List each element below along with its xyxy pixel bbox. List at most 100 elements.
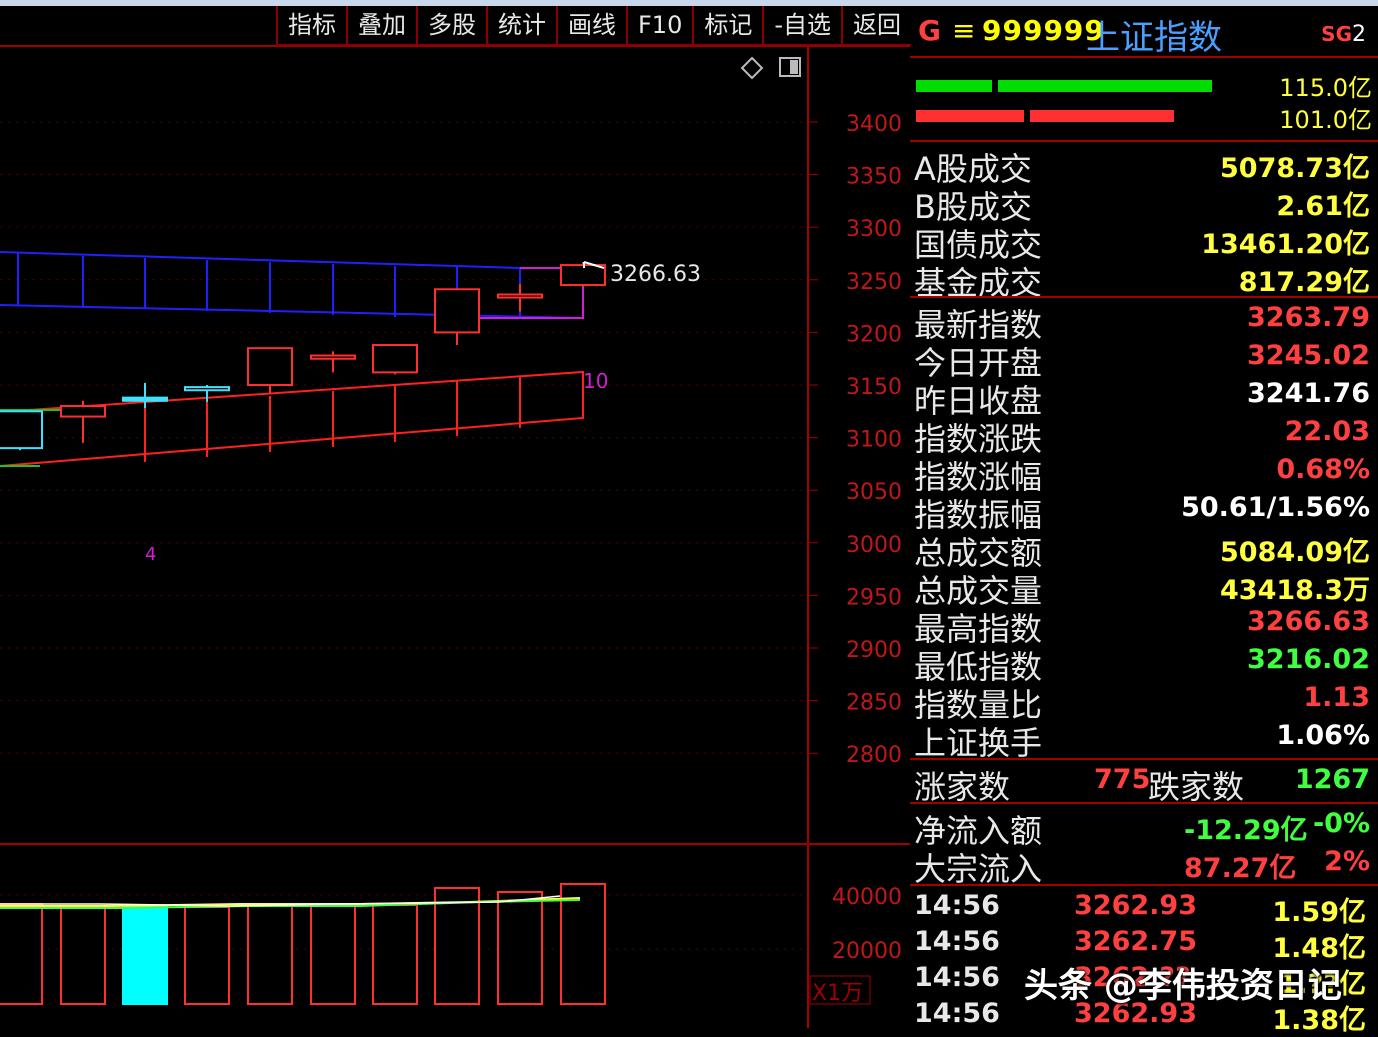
quote-row: 今日开盘 3245.02 [914,338,1374,382]
turnover-row: B股成交 2.61亿 [914,182,1374,226]
quote-value: 1.06% [1276,720,1370,751]
candle[interactable] [310,351,356,373]
price-tick-label: 3200 [846,322,902,347]
price-tick-label: 2850 [846,691,902,716]
volume-ma-lines [0,895,581,909]
quote-row: 最低指数 3216.02 [914,642,1374,686]
volume-bar [247,905,293,1005]
menu-item-7[interactable]: -自选 [762,6,842,46]
price-tick-label: 3000 [846,533,902,558]
quote-value: 43418.3万 [1220,575,1370,606]
menu-item-3[interactable]: 统计 [486,6,556,46]
menu-bar: 指标 叠加 多股 统计 画线 F10 标记 -自选 返回 [276,6,912,46]
tick-time: 14:56 [914,962,1000,993]
turnover-value: 2.61亿 [1276,191,1370,222]
buy-flow-value: 115.0亿 [1279,74,1372,102]
price-tick-label: 2800 [846,743,902,768]
quote-row: 总成交量 43418.3万 [914,566,1374,610]
diamond-icon[interactable] [740,56,764,80]
sell-flow-value: 101.0亿 [1279,106,1372,134]
quote-value: 3245.02 [1247,340,1370,371]
quote-value: 50.61/1.56% [1181,492,1370,523]
down-count-value: 1267 [1294,764,1370,795]
watermark: 头条 @李伟投资日记 [1024,966,1342,1006]
flow-value: -12.29亿 [1184,815,1308,846]
candle[interactable] [434,288,480,346]
candle[interactable] [0,410,43,451]
tick-time: 14:56 [914,998,1000,1029]
quote-row: 指数振幅 50.61/1.56% [914,490,1374,534]
menu-item-0[interactable]: 指标 [276,6,346,46]
quote-value: 5084.09亿 [1220,537,1370,568]
quote-row: 昨日收盘 3241.76 [914,376,1374,420]
menu-item-5[interactable]: F10 [626,6,693,46]
volume-bar [497,891,543,1005]
candle[interactable] [247,347,293,394]
flow-bars: 115.0亿 101.0亿 [910,60,1378,140]
tick-row: 14:56 3262.75 1.48亿 [910,926,1370,964]
quote-header: G ≡ 999999 上证指数 SG2 [910,6,1378,58]
price-tick-label: 3400 [846,112,902,137]
menu-item-2[interactable]: 多股 [416,6,486,46]
volume-bar [60,905,106,1005]
menu-icon[interactable]: ≡ [952,14,975,47]
quote-row: 指数量比 1.13 [914,680,1374,724]
kline-chart[interactable]: 3400 3350 3300 3250 3200 3150 3100 3050 3000 2950… [0,0,910,1028]
tick-price: 3262.93 [1074,890,1197,921]
tick-volume: 1.59亿 [1272,897,1366,928]
channel-lower [0,370,584,467]
chart-tool-icons[interactable] [740,56,801,80]
quote-value: 3241.76 [1247,378,1370,409]
turnover-value: 817.29亿 [1238,267,1370,298]
menu-item-4[interactable]: 画线 [556,6,626,46]
menu-item-1[interactable]: 叠加 [346,6,416,46]
up-count-value: 775 [1094,764,1151,795]
quote-value: 3216.02 [1247,644,1370,675]
volume-bar [122,905,168,1005]
quote-row: 最高指数 3266.63 [914,604,1374,648]
flow-row: 净流入额 -12.29亿 -0% [914,806,1374,850]
quote-panel: G ≡ 999999 上证指数 SG2 115.0亿 101.0亿 A股成交 5… [910,6,1378,1036]
price-tick-label: 3300 [846,217,902,242]
quote-row: 总成交额 5084.09亿 [914,528,1374,572]
volume-bar [0,903,43,1005]
price-tick-label: 3250 [846,270,902,295]
turnover-row: A股成交 5078.73亿 [914,144,1374,188]
tick-row: 14:56 3262.93 1.59亿 [910,890,1370,928]
price-tick-label: 3150 [846,375,902,400]
quote-row: 指数涨跌 22.03 [914,414,1374,458]
candle[interactable] [60,400,106,443]
candle[interactable] [497,284,543,312]
group-tag[interactable]: G [918,14,941,47]
volume-bar [184,906,230,1005]
high-label: 3266.63 [610,262,701,287]
menu-item-6[interactable]: 标记 [692,6,763,46]
menu-item-8[interactable]: 返回 [841,6,912,46]
flow-value: 87.27亿 [1184,853,1297,884]
turnover-row: 国债成交 13461.20亿 [914,220,1374,264]
tick-price: 3262.75 [1074,926,1197,957]
turnover-value: 5078.73亿 [1220,153,1370,184]
price-tick-label: 3050 [846,480,902,505]
breadth-row: 涨家数 775 跌家数 1267 [914,762,1374,806]
quote-value: 3263.79 [1247,302,1370,333]
volume-tick-label: 40000 [832,885,902,910]
price-tick-label: 2950 [846,585,902,610]
volume-bar [434,887,480,1005]
price-tick-label: 2900 [846,638,902,663]
quote-value: 1.13 [1303,682,1370,713]
sg-badge[interactable]: SG2 [1321,22,1366,47]
channel-upper [0,251,584,320]
volume-tick-label: 20000 [832,939,902,964]
flow-row: 大宗流入 87.27亿 2% [914,844,1374,888]
count-label-4: 4 [145,544,156,565]
quote-value: 22.03 [1284,416,1370,447]
quote-value: 0.68% [1276,454,1370,485]
quote-row: 上证换手 1.06% [914,718,1374,762]
candle[interactable] [372,344,418,375]
security-name: 上证指数 [1086,18,1222,58]
candle[interactable] [122,382,168,409]
quote-row: 指数涨幅 0.68% [914,452,1374,496]
count-label-10: 10 [583,369,608,393]
turnover-value: 13461.20亿 [1201,229,1370,260]
